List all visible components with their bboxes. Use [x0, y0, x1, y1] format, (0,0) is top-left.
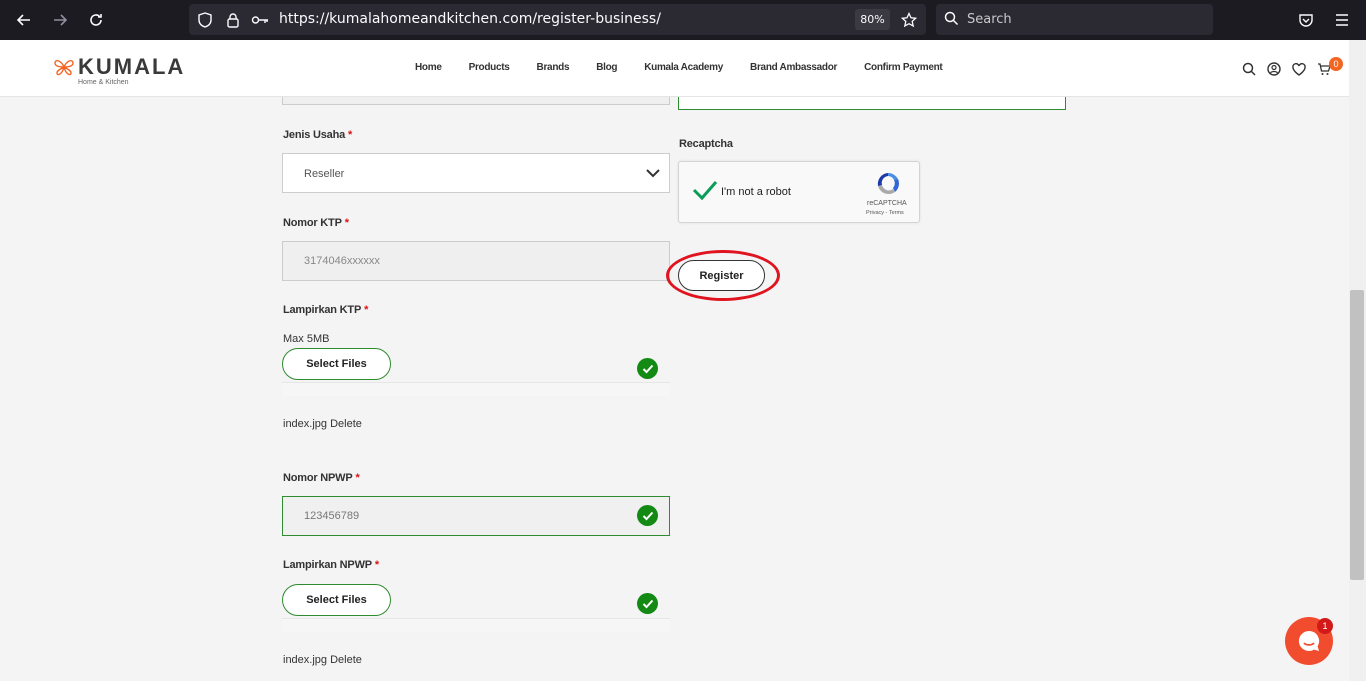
jenis-usaha-label: Jenis Usaha * — [283, 129, 353, 141]
butterfly-icon — [54, 59, 74, 76]
partial-field-right[interactable] — [678, 97, 1066, 110]
main-nav: Home Products Brands Blog Kumala Academy… — [415, 62, 943, 73]
lampirkan-npwp-label: Lampirkan NPWP * — [283, 559, 379, 571]
highlight-annotation-circle — [666, 250, 780, 301]
recaptcha-widget[interactable]: I'm not a robot reCAPTCHA Privacy - Term… — [678, 161, 920, 223]
back-arrow-icon[interactable] — [12, 8, 36, 32]
npwp-uploaded-file[interactable]: index.jpg Delete — [283, 654, 362, 666]
search-icon — [944, 11, 960, 27]
nav-kumala-academy[interactable]: Kumala Academy — [644, 62, 723, 73]
npwp-dropzone[interactable] — [282, 618, 670, 632]
kumala-logo[interactable]: KUMALA Home & Kitchen — [52, 54, 186, 86]
nomor-npwp-value: 123456789 — [304, 510, 360, 522]
chevron-down-icon — [646, 169, 660, 178]
recaptcha-label: Recaptcha — [679, 138, 733, 150]
recaptcha-text: I'm not a robot — [721, 186, 791, 198]
ktp-dropzone[interactable] — [282, 382, 670, 396]
check-circle-icon — [637, 593, 658, 614]
url-bar[interactable]: https://kumalahomeandkitchen.com/registe… — [189, 4, 926, 35]
nomor-npwp-input[interactable]: 123456789 — [282, 496, 670, 536]
recaptcha-logo-icon — [877, 172, 899, 195]
search-placeholder[interactable]: Search — [967, 12, 1012, 27]
pocket-icon[interactable] — [1294, 8, 1318, 32]
star-icon[interactable] — [900, 11, 918, 29]
nav-home[interactable]: Home — [415, 62, 442, 73]
max-size-note: Max 5MB — [283, 333, 330, 345]
lock-icon[interactable] — [224, 11, 242, 29]
nav-brands[interactable]: Brands — [537, 62, 570, 73]
check-circle-icon — [637, 505, 658, 526]
forward-arrow-icon[interactable] — [48, 8, 72, 32]
chat-notification-badge: 1 — [1317, 618, 1333, 634]
chat-bubble-icon — [1298, 630, 1320, 651]
recaptcha-links[interactable]: Privacy - Terms — [866, 210, 904, 216]
partial-field-left[interactable] — [282, 97, 670, 105]
nav-products[interactable]: Products — [469, 62, 510, 73]
zoom-badge[interactable]: 80% — [855, 9, 890, 30]
nav-confirm-payment[interactable]: Confirm Payment — [864, 62, 943, 73]
checkmark-icon[interactable] — [692, 179, 718, 201]
ktp-uploaded-file[interactable]: index.jpg Delete — [283, 418, 362, 430]
nav-brand-ambassador[interactable]: Brand Ambassador — [750, 62, 837, 73]
key-icon[interactable] — [251, 11, 269, 29]
nomor-ktp-label: Nomor KTP * — [283, 217, 349, 229]
heart-icon[interactable] — [1291, 61, 1307, 77]
account-icon[interactable] — [1266, 61, 1282, 77]
scrollbar-thumb[interactable] — [1350, 290, 1364, 580]
hamburger-menu-icon[interactable] — [1330, 8, 1354, 32]
jenis-usaha-value: Reseller — [304, 168, 345, 180]
browser-search[interactable]: Search — [936, 4, 1213, 35]
url-text[interactable]: https://kumalahomeandkitchen.com/registe… — [279, 11, 661, 27]
nav-blog[interactable]: Blog — [596, 62, 617, 73]
logo-subtitle: Home & Kitchen — [78, 79, 129, 86]
nomor-ktp-placeholder: 3174046xxxxxx — [304, 255, 380, 267]
cart-count-badge: 0 — [1329, 57, 1343, 71]
jenis-usaha-select[interactable]: Reseller — [282, 153, 670, 193]
recaptcha-brand: reCAPTCHA — [867, 200, 907, 207]
logo-word: KUMALA — [78, 54, 186, 79]
nomor-ktp-input[interactable]: 3174046xxxxxx — [282, 241, 670, 281]
search-icon[interactable] — [1241, 61, 1257, 77]
select-files-npwp-button[interactable]: Select Files — [282, 584, 391, 616]
reload-icon[interactable] — [84, 8, 108, 32]
shield-icon[interactable] — [196, 11, 214, 29]
browser-toolbar: https://kumalahomeandkitchen.com/registe… — [0, 0, 1366, 40]
site-header: KUMALA Home & Kitchen Home Products Bran… — [0, 40, 1366, 97]
nomor-npwp-label: Nomor NPWP * — [283, 472, 360, 484]
select-files-ktp-button[interactable]: Select Files — [282, 348, 391, 380]
lampirkan-ktp-label: Lampirkan KTP * — [283, 304, 369, 316]
check-circle-icon — [637, 358, 658, 379]
